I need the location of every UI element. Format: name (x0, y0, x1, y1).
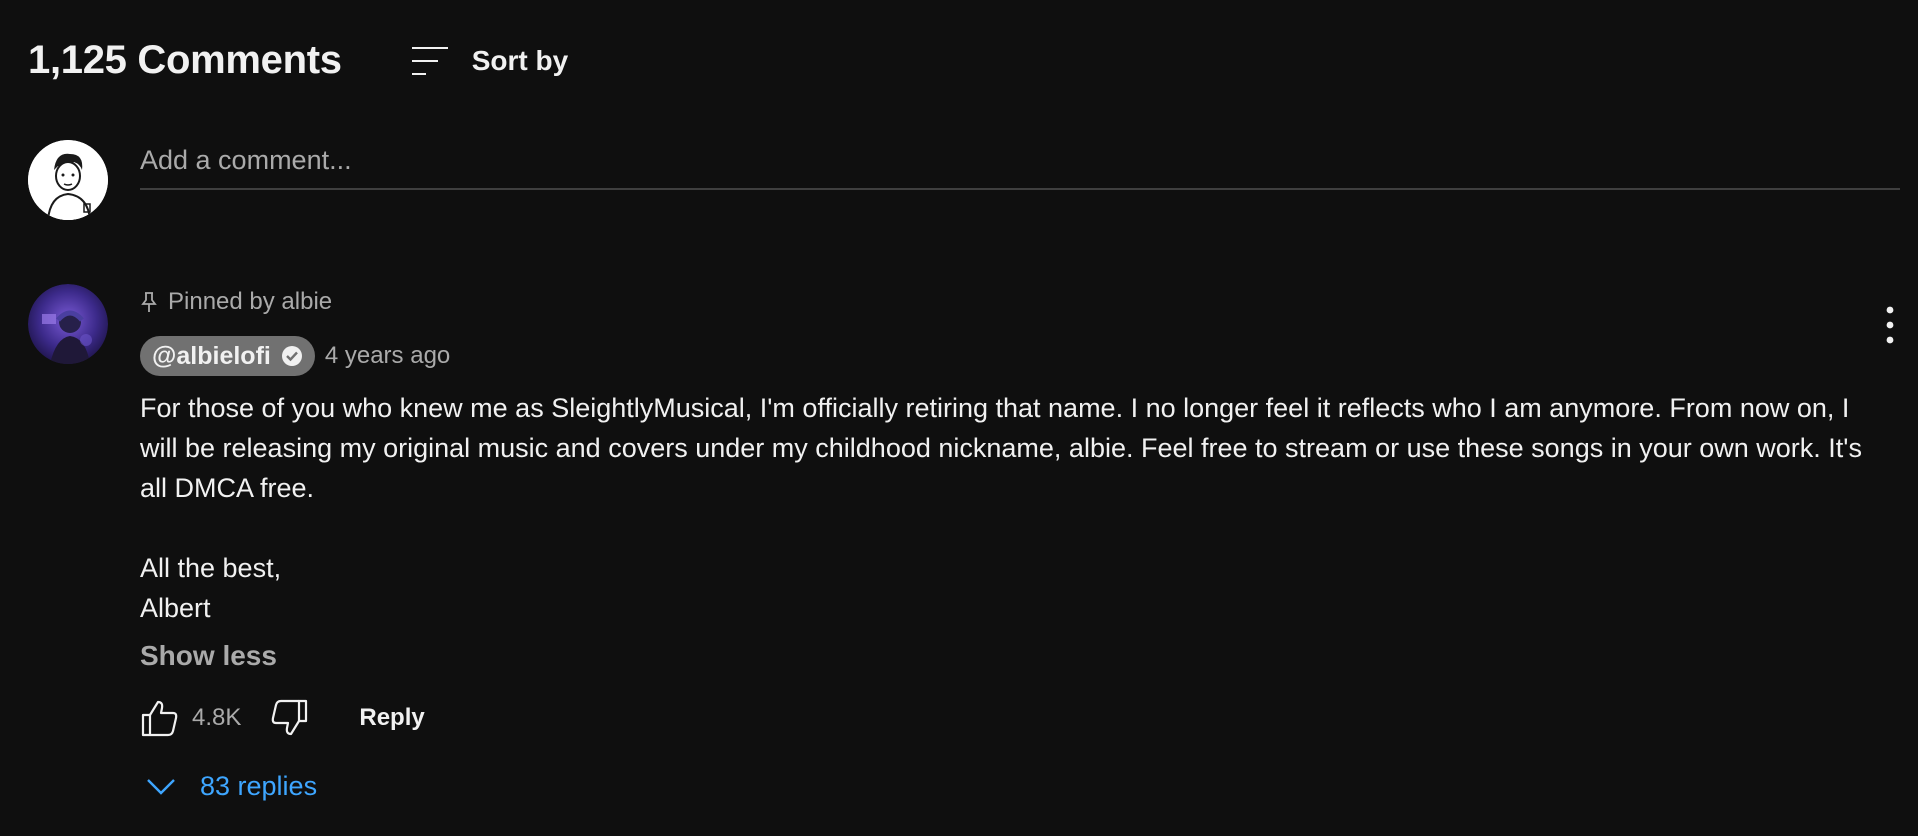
user-avatar-illustration (28, 140, 108, 220)
pinned-comment: Pinned by albie @albielofi 4 years ago F… (28, 284, 1900, 824)
comment-actions: 4.8K Reply (140, 696, 1880, 740)
chevron-down-icon (147, 779, 175, 795)
pin-icon (141, 292, 157, 312)
like-count: 4.8K (192, 704, 242, 731)
more-options-icon[interactable] (1880, 304, 1900, 346)
sort-by-button[interactable]: Sort by (410, 44, 568, 78)
comment-body: Pinned by albie @albielofi 4 years ago F… (140, 284, 1880, 808)
verified-check-icon (281, 346, 302, 366)
comment-signoff-1: All the best, (140, 553, 282, 583)
comment-text: For those of you who knew me as Sleightl… (140, 388, 1880, 628)
comment-timestamp[interactable]: 4 years ago (325, 342, 450, 370)
view-replies-button[interactable]: 83 replies (140, 764, 1880, 808)
comment-signoff-2: Albert (140, 593, 211, 623)
add-comment-row (28, 140, 1900, 222)
pinned-indicator: Pinned by albie (140, 284, 1880, 320)
comments-header: 1,125 Comments Sort by (28, 38, 568, 83)
sort-icon (411, 46, 448, 75)
author-link[interactable]: @albielofi (140, 336, 315, 376)
pinned-label: Pinned by albie (168, 288, 333, 315)
like-icon[interactable] (140, 698, 180, 738)
comment-paragraph: For those of you who knew me as Sleightl… (140, 393, 1862, 503)
comment-meta: @albielofi 4 years ago (140, 336, 1880, 376)
show-less-button[interactable]: Show less (140, 636, 277, 676)
add-comment-input[interactable] (140, 140, 1900, 190)
sort-by-label: Sort by (471, 44, 569, 76)
author-name: @albielofi (152, 341, 271, 370)
commenter-avatar[interactable] (28, 284, 108, 364)
replies-count-label: 83 replies (200, 770, 318, 801)
commenter-avatar-image (28, 284, 108, 364)
reply-button[interactable]: Reply (359, 704, 424, 732)
user-avatar[interactable] (28, 140, 108, 220)
dislike-icon[interactable] (269, 698, 309, 738)
comment-count: 1,125 Comments (28, 38, 342, 82)
